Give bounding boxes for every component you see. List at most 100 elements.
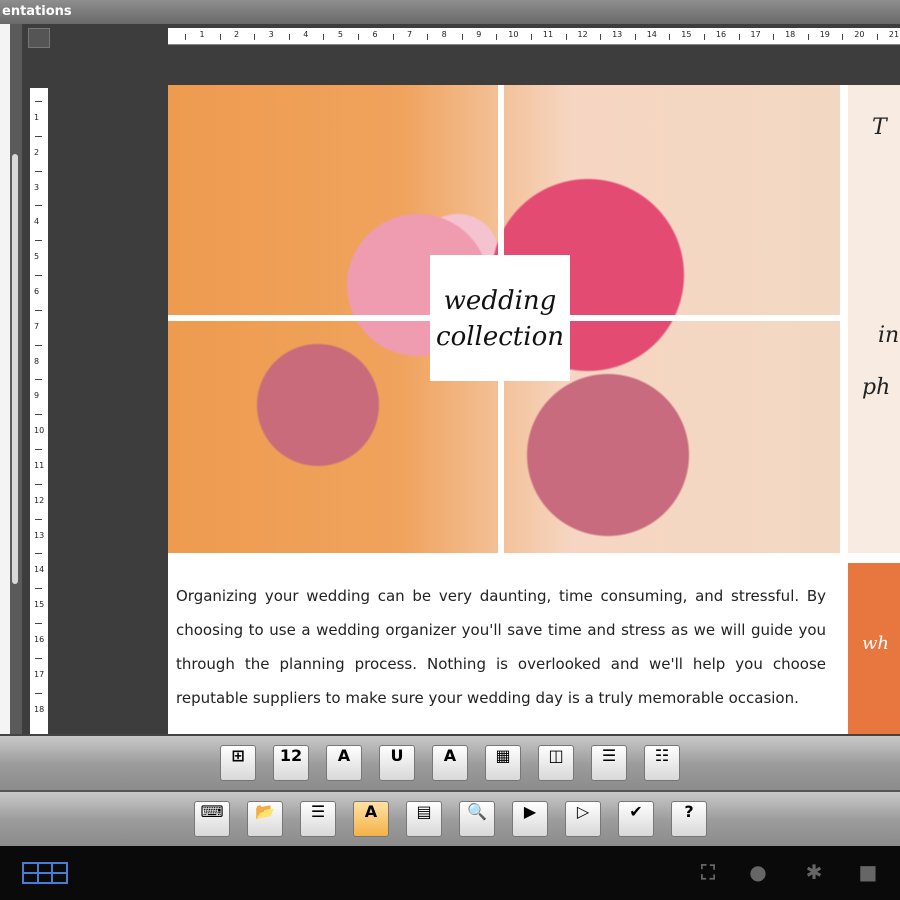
check-icon: ✔ [629, 802, 643, 821]
orange-fragment: wh [862, 633, 889, 654]
apps-grid-icon[interactable] [22, 862, 68, 884]
ruler-tick-mark [35, 623, 42, 624]
insert-image-button[interactable]: ⊞ [220, 745, 256, 781]
ruler-tick-mark [35, 483, 42, 485]
layout-icon: ☰ [310, 802, 326, 821]
ruler-tick-mark [531, 34, 532, 40]
ruler-tick-label: 19 [819, 30, 830, 39]
ruler-tick-mark [35, 240, 42, 242]
orange-panel[interactable]: wh [848, 563, 900, 734]
window-title-bar: entations [0, 0, 900, 24]
ruler-tick-mark [358, 34, 359, 40]
ruler-tick-label: 16 [715, 30, 727, 39]
ruler-tick-label: 14 [34, 565, 45, 575]
ruler-tick-label: 12 [577, 30, 588, 39]
ruler-tick-label: 18 [785, 30, 796, 39]
ruler-tick-mark [496, 34, 498, 40]
ruler-tick-label: 1 [34, 113, 40, 122]
shape-button[interactable]: ◫ [538, 745, 574, 781]
slide[interactable]: wedding collection T in ph wh Organizing… [168, 85, 900, 734]
bullet-list-icon: ☰ [601, 746, 617, 765]
ruler-tick-mark [704, 34, 705, 40]
play-from-current-button[interactable]: ▷ [565, 801, 601, 837]
ruler-tick-mark [288, 34, 290, 40]
font-size-button[interactable]: A [326, 745, 362, 781]
numbered-list-icon: ☷ [654, 746, 670, 765]
ruler-tick-label: 12 [34, 495, 45, 505]
page-number-button[interactable]: 12 [273, 745, 309, 781]
slide-view-button[interactable]: ▤ [406, 801, 442, 837]
ruler-tick-mark [35, 379, 42, 381]
ruler-tick-label: 1 [199, 30, 205, 39]
ruler-tick-label: 8 [34, 356, 40, 366]
ruler-tick-mark [634, 34, 636, 40]
vertical-scrollbar[interactable] [10, 24, 22, 734]
ruler-tick-mark [185, 34, 186, 40]
panel-divider [840, 85, 848, 734]
ruler-tick-label: 21 [888, 30, 900, 39]
font-size-icon: A [337, 746, 351, 765]
ruler-tick-label: 2 [234, 30, 240, 39]
font-color-button[interactable]: A [432, 745, 468, 781]
ruler-tick-mark [35, 205, 42, 207]
numbered-list-button[interactable]: ☷ [644, 745, 680, 781]
ruler-tick-label: 3 [34, 182, 40, 192]
right-fragment-1: T [872, 115, 887, 140]
ruler-tick-mark [565, 34, 567, 40]
title-box[interactable]: wedding collection [430, 255, 570, 381]
font-color-icon: A [443, 746, 457, 765]
ruler-tick-label: 9 [34, 391, 40, 401]
underline-button[interactable]: U [379, 745, 415, 781]
ruler-tick-mark [35, 449, 42, 450]
ruler-tick-label: 16 [34, 635, 45, 644]
ruler-tick-mark [35, 344, 42, 346]
ruler-tick-label: 6 [372, 30, 378, 39]
ruler-tick-label: 13 [612, 30, 623, 39]
ruler-tick-mark [35, 101, 42, 102]
ruler-tick-mark [877, 34, 878, 40]
text-format-button[interactable]: A [353, 801, 389, 837]
ruler-tick-mark [600, 34, 602, 40]
ruler-tick-label: 7 [407, 30, 413, 39]
ruler-tick-label: 17 [34, 669, 45, 679]
ruler-tick-label: 10 [34, 426, 45, 436]
ruler-tick-label: 4 [303, 30, 309, 39]
keyboard-button[interactable]: ⌨ [194, 801, 230, 837]
help-button[interactable]: ? [671, 801, 707, 837]
ruler-tick-label: 14 [646, 30, 657, 39]
bullet-list-button[interactable]: ☰ [591, 745, 627, 781]
fullscreen-icon[interactable]: ⛶ [692, 860, 724, 884]
play-slide-icon: ▷ [576, 802, 590, 821]
scrollbar-thumb[interactable] [12, 154, 18, 584]
bag-icon[interactable]: ■ [852, 860, 884, 884]
android-icon[interactable]: ● [742, 860, 774, 884]
ruler-tick-mark [427, 34, 429, 40]
ruler-tick-mark [35, 275, 42, 276]
ruler-tick-label: 6 [34, 287, 40, 296]
text-icon: A [364, 802, 378, 821]
ruler-tick-label: 2 [34, 147, 40, 157]
underline-icon: U [390, 746, 404, 765]
ruler-tick-mark [35, 657, 42, 659]
right-text-panel[interactable]: T in ph [848, 85, 900, 553]
magnifier-icon: 🔍 [467, 802, 487, 821]
ruler-tick-mark [35, 135, 42, 137]
save-button[interactable]: ✔ [618, 801, 654, 837]
ruler-tick-label: 7 [34, 321, 40, 331]
ruler-tick-mark [807, 34, 809, 40]
table-icon: ▦ [495, 746, 511, 765]
zoom-button[interactable]: 🔍 [459, 801, 495, 837]
slide-icon: ▤ [416, 802, 432, 821]
open-file-button[interactable]: 📂 [247, 801, 283, 837]
play-button[interactable]: ▶ [512, 801, 548, 837]
ruler-corner-button[interactable] [28, 28, 50, 48]
insert-table-button[interactable]: ▦ [485, 745, 521, 781]
ruler-tick-mark [35, 414, 42, 416]
slide-layout-button[interactable]: ☰ [300, 801, 336, 837]
ruler-tick-label: 13 [34, 530, 45, 540]
image-icon: ⊞ [231, 746, 245, 765]
debug-icon[interactable]: ✱ [798, 860, 830, 884]
ruler-tick-mark [669, 34, 671, 40]
body-text[interactable]: Organizing your wedding can be very daun… [176, 579, 826, 715]
ruler-tick-label: 5 [337, 30, 343, 39]
